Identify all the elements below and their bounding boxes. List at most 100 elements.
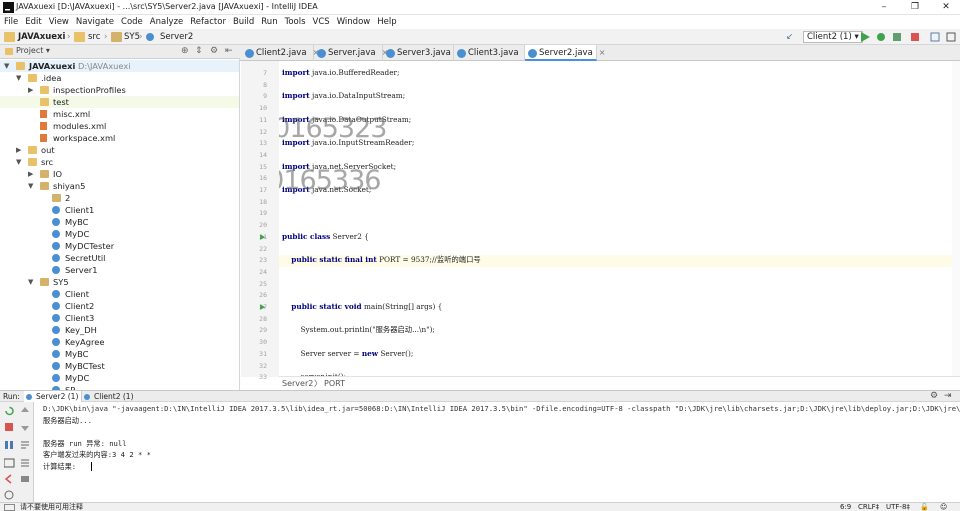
- chevron-right-icon[interactable]: ▶: [28, 168, 33, 180]
- tree-item[interactable]: Client2: [0, 300, 239, 312]
- exit-icon[interactable]: [4, 474, 15, 484]
- breadcrumb-class[interactable]: Server2: [282, 377, 313, 390]
- coverage-icon[interactable]: [892, 32, 902, 42]
- run-tab-server2[interactable]: Server2 (1): [24, 391, 83, 402]
- tree-item[interactable]: MyBC: [0, 348, 239, 360]
- tree-item[interactable]: ▶ inspectionProfiles: [0, 84, 239, 96]
- chevron-down-icon[interactable]: ▼: [16, 72, 21, 84]
- tree-item[interactable]: test: [0, 96, 239, 108]
- tab-client2[interactable]: Client2.java ×: [242, 45, 319, 61]
- project-view-select[interactable]: Project ▾: [16, 46, 50, 55]
- run-icon[interactable]: [860, 32, 870, 42]
- help-icon[interactable]: [4, 490, 15, 500]
- file-encoding[interactable]: UTF-8‡: [886, 503, 910, 511]
- menu-edit[interactable]: Edit: [25, 15, 41, 29]
- up-arrow-icon[interactable]: [20, 406, 31, 416]
- stop-icon[interactable]: [4, 422, 15, 432]
- tree-item[interactable]: Client3: [0, 312, 239, 324]
- tree-item[interactable]: ▼ src: [0, 156, 239, 168]
- menu-analyze[interactable]: Analyze: [150, 15, 184, 29]
- soft-wrap-icon[interactable]: [20, 440, 31, 450]
- menu-window[interactable]: Window: [337, 15, 371, 29]
- breadcrumb-field[interactable]: PORT: [324, 377, 345, 390]
- rerun-icon[interactable]: [4, 406, 15, 416]
- hide-panel-icon[interactable]: ⇤: [225, 46, 233, 56]
- crumb-sy5[interactable]: SY5: [124, 32, 140, 42]
- close-button[interactable]: ✕: [936, 1, 956, 14]
- close-tab-icon[interactable]: ×: [599, 48, 606, 57]
- tree-item[interactable]: ▼ shiyan5: [0, 180, 239, 192]
- maximize-button[interactable]: ❐: [905, 1, 925, 14]
- gear-icon[interactable]: ⚙: [930, 391, 938, 402]
- caret-position[interactable]: 6:9: [840, 503, 851, 511]
- tree-item[interactable]: MyDCTester: [0, 240, 239, 252]
- scroll-from-source-icon[interactable]: ⊕: [181, 46, 189, 56]
- tab-server[interactable]: Server.java ×: [314, 45, 388, 61]
- lock-icon[interactable]: 🔓: [920, 503, 929, 511]
- menu-help[interactable]: Help: [377, 15, 396, 29]
- tree-item[interactable]: Client: [0, 288, 239, 300]
- crumb-server2[interactable]: Server2: [160, 32, 193, 42]
- menu-file[interactable]: File: [4, 15, 18, 29]
- pause-icon[interactable]: [4, 440, 15, 450]
- crumb-project[interactable]: JAVAxuexi: [18, 32, 65, 42]
- tree-item[interactable]: ▼ JAVAxuexi D:\JAVAxuexi: [0, 60, 239, 72]
- tree-item[interactable]: Server1: [0, 264, 239, 276]
- menu-build[interactable]: Build: [233, 15, 254, 29]
- collapse-all-icon[interactable]: ⇕: [195, 46, 203, 56]
- tree-item[interactable]: ▼ SY5: [0, 276, 239, 288]
- menu-run[interactable]: Run: [261, 15, 277, 29]
- tab-server2[interactable]: Server2.java ×: [525, 45, 606, 61]
- scroll-to-end-icon[interactable]: [20, 458, 31, 468]
- run-gutter-icon[interactable]: ▶: [260, 303, 265, 311]
- inspector-icon[interactable]: ☺: [940, 503, 947, 511]
- chevron-right-icon[interactable]: ▶: [16, 144, 21, 156]
- tree-item[interactable]: 2: [0, 192, 239, 204]
- chevron-right-icon[interactable]: ▶: [28, 84, 33, 96]
- line-separator[interactable]: CRLF‡: [858, 503, 879, 511]
- tree-item[interactable]: MyBC: [0, 216, 239, 228]
- tree-item[interactable]: Key_DH: [0, 324, 239, 336]
- tree-item[interactable]: KeyAgree: [0, 336, 239, 348]
- tree-item[interactable]: modules.xml: [0, 120, 239, 132]
- tree-item[interactable]: MyBCTest: [0, 360, 239, 372]
- chevron-down-icon[interactable]: ▼: [28, 180, 33, 192]
- gear-icon[interactable]: ⚙: [210, 46, 218, 56]
- tree-item[interactable]: SecretUtil: [0, 252, 239, 264]
- project-structure-icon[interactable]: [930, 32, 940, 42]
- menu-navigate[interactable]: Navigate: [76, 15, 114, 29]
- run-config-select[interactable]: Client2 (1) ▾: [803, 31, 863, 43]
- tool-windows-icon[interactable]: [4, 504, 15, 511]
- hide-panel-icon[interactable]: ⇥: [944, 391, 952, 402]
- menu-tools[interactable]: Tools: [285, 15, 306, 29]
- tree-item[interactable]: Client1: [0, 204, 239, 216]
- print-icon[interactable]: [20, 474, 31, 484]
- tree-item[interactable]: MyDC: [0, 228, 239, 240]
- chevron-down-icon[interactable]: ▼: [4, 60, 9, 72]
- minimize-button[interactable]: –: [874, 1, 894, 14]
- tree-item[interactable]: ▼ .idea: [0, 72, 239, 84]
- chevron-down-icon[interactable]: ▼: [28, 276, 33, 288]
- run-tab-client2[interactable]: Client2 (1): [82, 391, 137, 402]
- dump-threads-icon[interactable]: [4, 458, 15, 468]
- menu-view[interactable]: View: [49, 15, 69, 29]
- console-output[interactable]: D:\JDK\bin\java "-javaagent:D:\IN\Intell…: [35, 402, 960, 502]
- down-arrow-icon[interactable]: [20, 422, 31, 432]
- tree-item[interactable]: misc.xml: [0, 108, 239, 120]
- run-gutter-icon[interactable]: ▶: [260, 233, 265, 241]
- chevron-down-icon[interactable]: ▼: [16, 156, 21, 168]
- tab-client3[interactable]: Client3.java×: [454, 45, 531, 61]
- search-everywhere-icon[interactable]: [946, 32, 956, 42]
- crumb-src[interactable]: src: [88, 32, 100, 42]
- menu-refactor[interactable]: Refactor: [190, 15, 226, 29]
- menu-vcs[interactable]: VCS: [313, 15, 330, 29]
- debug-icon[interactable]: [876, 32, 886, 42]
- tree-item[interactable]: workspace.xml: [0, 132, 239, 144]
- stop-icon[interactable]: [910, 32, 920, 42]
- code-editor[interactable]: import java.io.BufferedReader; import jav…: [279, 61, 960, 377]
- menu-code[interactable]: Code: [121, 15, 143, 29]
- tree-item[interactable]: ▶ out: [0, 144, 239, 156]
- tree-item[interactable]: ▶ IO: [0, 168, 239, 180]
- tree-item[interactable]: MyDC: [0, 372, 239, 384]
- tab-server3[interactable]: Server3.java×: [383, 45, 464, 61]
